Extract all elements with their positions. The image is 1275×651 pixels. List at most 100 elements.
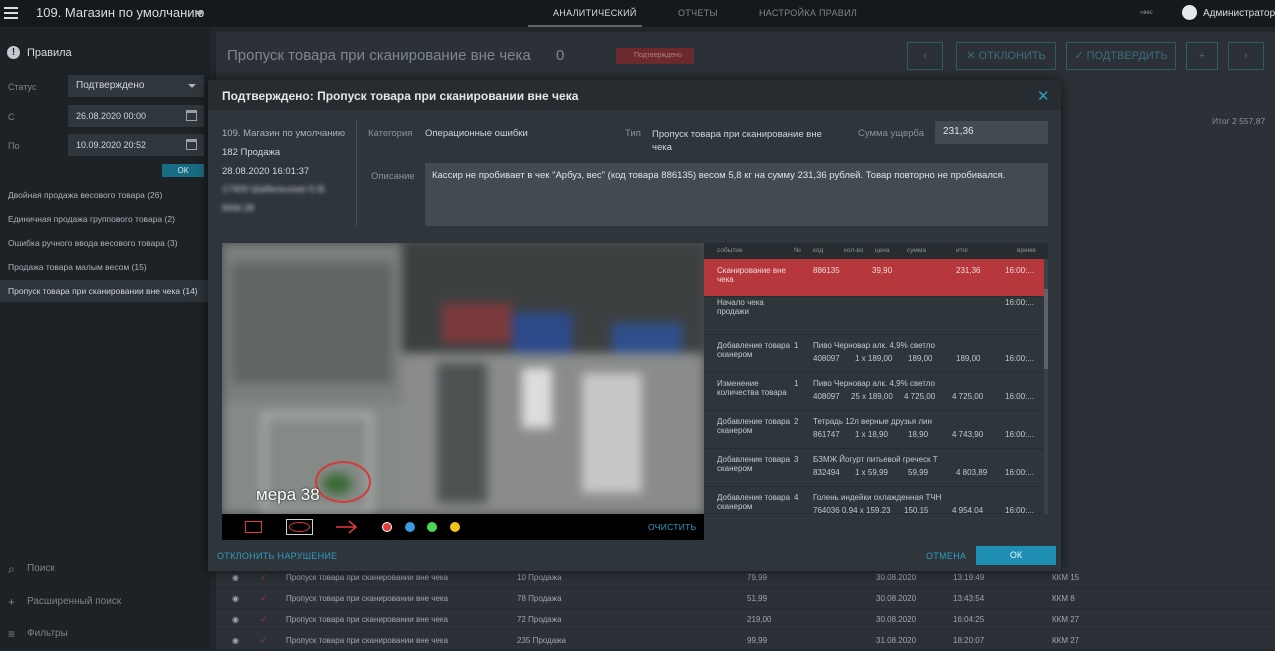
date-to-value: 10.09.2020 20:52 (76, 140, 147, 150)
avatar[interactable] (1182, 5, 1197, 20)
eye-icon[interactable]: ◉ (232, 636, 239, 645)
eye-icon[interactable]: ◉ (232, 594, 239, 603)
confirm-button[interactable]: ✓ ПОДТВЕРДИТЬ (1066, 42, 1176, 70)
search-icon: ⌕ (8, 562, 15, 576)
date-from-field[interactable]: 26.08.2020 00:00 (68, 105, 204, 127)
event-qty: 1 x 189,00 (855, 354, 893, 363)
event-total: 231,36 (956, 266, 981, 275)
description-field[interactable]: Кассир не пробивает в чек "Арбуз, вес" (… (425, 163, 1048, 226)
events-scrollbar[interactable] (1044, 259, 1048, 514)
event-row-selected[interactable]: Сканирование вне чека 886135 39,90 231,3… (704, 259, 1044, 297)
event-total: 4 954,04 (952, 506, 984, 514)
user-name[interactable]: Администратор (1203, 8, 1275, 19)
advanced-search-link[interactable]: + Расширенный поиск (0, 586, 210, 616)
table-row[interactable]: ◉ ✓ Пропуск товара при сканировании вне ч… (216, 609, 1275, 630)
ellipse-tool-icon[interactable] (286, 519, 313, 535)
store-selector[interactable]: 109. Магазин по умолчанию (36, 5, 204, 20)
row-kkm: ККМ 27 (1052, 615, 1080, 624)
sidebar-item-rule[interactable]: Продажа товара малым весом (15) (0, 256, 210, 278)
plus-icon: + (8, 595, 16, 609)
row-date: 30.08.2020 (876, 573, 917, 582)
event-time: 16:00:... (1005, 298, 1034, 307)
total-label: Итог 2 557,87 (1212, 116, 1266, 126)
col-price: цена (875, 247, 890, 254)
search-link[interactable]: ⌕ Поиск (0, 553, 210, 583)
status-badge-label: Подтверждено (634, 52, 682, 59)
event-row[interactable]: Добавление товара сканером 1 Пиво Чернов… (704, 335, 1044, 373)
rectangle-tool-icon[interactable] (245, 521, 262, 533)
event-row[interactable]: Начало чека продажи 16:00:... (704, 297, 1044, 335)
damage-amount-field[interactable]: 231,36 (935, 121, 1048, 144)
row-time: 16:04:25 (953, 615, 985, 624)
event-time: 16:00:... (1005, 392, 1034, 401)
event-time: 16:00:... (1005, 506, 1034, 514)
color-red[interactable] (382, 522, 392, 532)
event-row[interactable]: Добавление товара сканером 4 Голень инде… (704, 487, 1044, 514)
sidebar-item-rule[interactable]: Двойная продажа весового товара (26) (0, 184, 210, 206)
color-green[interactable] (427, 522, 437, 532)
event-row[interactable]: Изменение количества товара 1 Пиво Черно… (704, 373, 1044, 411)
damage-label: Сумма ущерба (858, 128, 925, 139)
row-sum: 51,99 (747, 594, 768, 603)
event-type: Добавление товара сканером (717, 341, 791, 359)
apply-filter-button[interactable]: ОК (162, 164, 204, 177)
event-row[interactable]: Добавление товара сканером 3 БЗМЖ Йогурт… (704, 449, 1044, 487)
sale-number: 182 Продажа (222, 147, 281, 158)
from-label: С (8, 112, 15, 122)
tab-rule-settings[interactable]: НАСТРОЙКА ПРАВИЛ (759, 8, 857, 18)
page-title: Пропуск товара при сканирование вне чека (227, 47, 531, 64)
reject-button[interactable]: ✕ ОТКЛОНИТЬ (956, 42, 1056, 70)
status-select[interactable]: Подтверждено (68, 75, 204, 97)
filters-link[interactable]: ≡ Фильтры (0, 618, 210, 648)
eye-icon[interactable]: ◉ (232, 615, 239, 624)
drawing-toolbar: ОЧИСТИТЬ (222, 514, 704, 540)
arrow-tool-icon[interactable] (335, 520, 359, 534)
date-to-field[interactable]: 10.09.2020 20:52 (68, 134, 204, 156)
color-yellow[interactable] (450, 522, 460, 532)
prev-button[interactable]: ‹ (907, 42, 943, 70)
event-row[interactable]: Добавление товара сканером 2 Тетрадь 12л… (704, 411, 1044, 449)
event-code: 886135 (813, 266, 840, 275)
camera-label: мера 38 (256, 485, 320, 504)
add-button[interactable]: + (1186, 42, 1218, 70)
sidebar-item-rule[interactable]: Единичная продажа группового товара (2) (0, 208, 210, 230)
row-sale: 235 Продажа (517, 636, 566, 645)
info-icon: ! (7, 46, 20, 59)
camera-video[interactable]: мера 38 (222, 243, 704, 514)
clear-drawing-button[interactable]: ОЧИСТИТЬ (648, 522, 697, 532)
active-tab-indicator (528, 25, 642, 27)
tab-reports[interactable]: ОТЧЕТЫ (678, 8, 718, 18)
menu-icon[interactable] (4, 7, 18, 19)
calendar-icon[interactable] (186, 110, 197, 121)
eye-icon[interactable]: ◉ (232, 573, 239, 582)
sidebar-item-rule-active[interactable]: Пропуск товара при сканировании вне чека… (0, 280, 210, 302)
tab-analytics[interactable]: АНАЛИТИЧЕСКИЙ (553, 8, 637, 18)
col-time: время (1017, 247, 1036, 254)
chevron-down-icon[interactable] (196, 11, 204, 16)
event-type: Начало чека продажи (717, 298, 764, 316)
table-row[interactable]: ◉ ✓ Пропуск товара при сканировании вне ч… (216, 588, 1275, 609)
color-blue[interactable] (405, 522, 415, 532)
event-code: 408097 (813, 392, 840, 401)
check-icon: ✓ (260, 573, 267, 582)
sidebar-item-rule[interactable]: Ошибка ручного ввода весового товара (3) (0, 232, 210, 254)
language-switch[interactable]: «вес (1140, 10, 1153, 16)
close-icon[interactable]: ✕ (1037, 87, 1050, 105)
calendar-icon[interactable] (186, 139, 197, 150)
status-label: Статус (8, 82, 37, 92)
event-total: 4 743,90 (952, 430, 984, 439)
event-qty: 1 x 59,99 (855, 468, 888, 477)
cancel-button[interactable]: ОТМЕНА (926, 551, 966, 561)
event-sum: 189,00 (908, 354, 933, 363)
table-row[interactable]: ◉ ✓ Пропуск товара при сканировании вне ч… (216, 630, 1275, 651)
reject-violation-button[interactable]: ОТКЛОНИТЬ НАРУШЕНИЕ (217, 551, 337, 561)
col-total: итог (956, 247, 969, 254)
col-qty: кол-во (844, 247, 864, 254)
ok-button[interactable]: ОК (976, 546, 1056, 565)
event-qty: 1 x 18,90 (855, 430, 888, 439)
scrollbar-thumb[interactable] (1044, 289, 1048, 369)
next-button[interactable]: › (1228, 42, 1264, 70)
kkm-name: ККМ 28 (222, 203, 255, 214)
confirm-button-label: ПОДТВЕРДИТЬ (1086, 50, 1168, 62)
row-time: 18:20:07 (953, 636, 985, 645)
